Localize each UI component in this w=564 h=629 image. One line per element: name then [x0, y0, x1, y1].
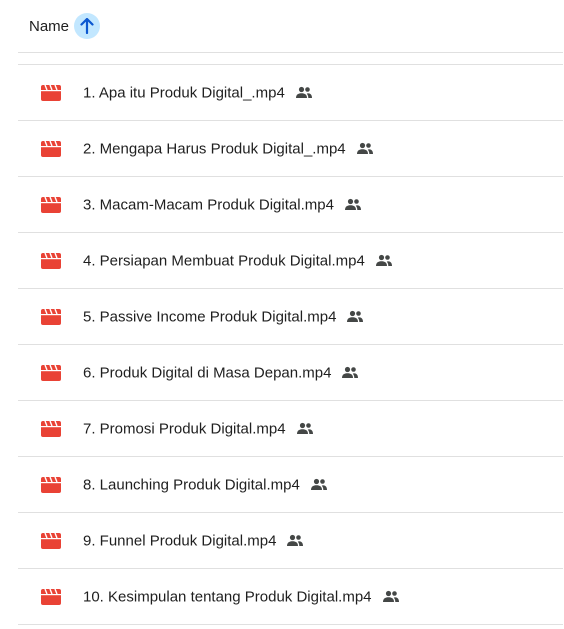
file-name-text: 8. Launching Produk Digital.mp4 [83, 476, 300, 493]
file-name-text: 9. Funnel Produk Digital.mp4 [83, 532, 277, 549]
people-icon [382, 590, 399, 602]
file-row[interactable]: 4. Persiapan Membuat Produk Digital.mp4 [18, 233, 563, 289]
video-file-icon [41, 140, 61, 157]
video-file-icon [41, 588, 61, 605]
people-icon [375, 254, 392, 266]
video-file-icon [41, 308, 61, 325]
file-name: 9. Funnel Produk Digital.mp4 [83, 532, 304, 549]
file-name-text: 1. Apa itu Produk Digital_.mp4 [83, 84, 285, 101]
video-file-icon [41, 252, 61, 269]
file-name: 6. Produk Digital di Masa Depan.mp4 [83, 364, 359, 381]
people-icon [296, 422, 313, 434]
people-icon [356, 142, 373, 154]
file-name-text: 5. Passive Income Produk Digital.mp4 [83, 308, 337, 325]
file-row[interactable]: 5. Passive Income Produk Digital.mp4 [18, 289, 563, 345]
file-name: 5. Passive Income Produk Digital.mp4 [83, 308, 364, 325]
people-icon [295, 86, 312, 98]
column-header: Name [18, 0, 563, 53]
file-row[interactable]: 10. Kesimpulan tentang Produk Digital.mp… [18, 569, 563, 625]
file-row[interactable]: 2. Mengapa Harus Produk Digital_.mp4 [18, 121, 563, 177]
file-name: 7. Promosi Produk Digital.mp4 [83, 420, 314, 437]
file-name: 10. Kesimpulan tentang Produk Digital.mp… [83, 588, 400, 605]
people-icon [344, 198, 361, 210]
people-icon [342, 366, 359, 378]
video-file-icon [41, 84, 61, 101]
file-name: 1. Apa itu Produk Digital_.mp4 [83, 84, 313, 101]
file-name-text: 3. Macam-Macam Produk Digital.mp4 [83, 196, 334, 213]
people-icon [287, 534, 304, 546]
file-row[interactable]: 9. Funnel Produk Digital.mp4 [18, 513, 563, 569]
file-name: 8. Launching Produk Digital.mp4 [83, 476, 328, 493]
video-file-icon [41, 364, 61, 381]
file-name-text: 10. Kesimpulan tentang Produk Digital.mp… [83, 588, 372, 605]
video-file-icon [41, 476, 61, 493]
file-row[interactable]: 7. Promosi Produk Digital.mp4 [18, 401, 563, 457]
file-name: 4. Persiapan Membuat Produk Digital.mp4 [83, 252, 393, 269]
file-name-text: 6. Produk Digital di Masa Depan.mp4 [83, 364, 332, 381]
file-name-text: 4. Persiapan Membuat Produk Digital.mp4 [83, 252, 365, 269]
sort-ascending-button[interactable] [74, 13, 101, 39]
video-file-icon [41, 532, 61, 549]
file-row[interactable]: 8. Launching Produk Digital.mp4 [18, 457, 563, 513]
people-icon [310, 478, 327, 490]
name-column-label[interactable]: Name [29, 18, 69, 35]
people-icon [347, 310, 364, 322]
arrow-up-icon [80, 18, 94, 34]
file-name: 3. Macam-Macam Produk Digital.mp4 [83, 196, 362, 213]
file-name-text: 7. Promosi Produk Digital.mp4 [83, 420, 286, 437]
file-row[interactable]: 1. Apa itu Produk Digital_.mp4 [18, 65, 563, 121]
video-file-icon [41, 420, 61, 437]
file-list: 1. Apa itu Produk Digital_.mp4 2. Mengap… [18, 64, 563, 625]
file-row[interactable]: 3. Macam-Macam Produk Digital.mp4 [18, 177, 563, 233]
video-file-icon [41, 196, 61, 213]
file-row[interactable]: 6. Produk Digital di Masa Depan.mp4 [18, 345, 563, 401]
file-name: 2. Mengapa Harus Produk Digital_.mp4 [83, 140, 374, 157]
file-name-text: 2. Mengapa Harus Produk Digital_.mp4 [83, 140, 346, 157]
